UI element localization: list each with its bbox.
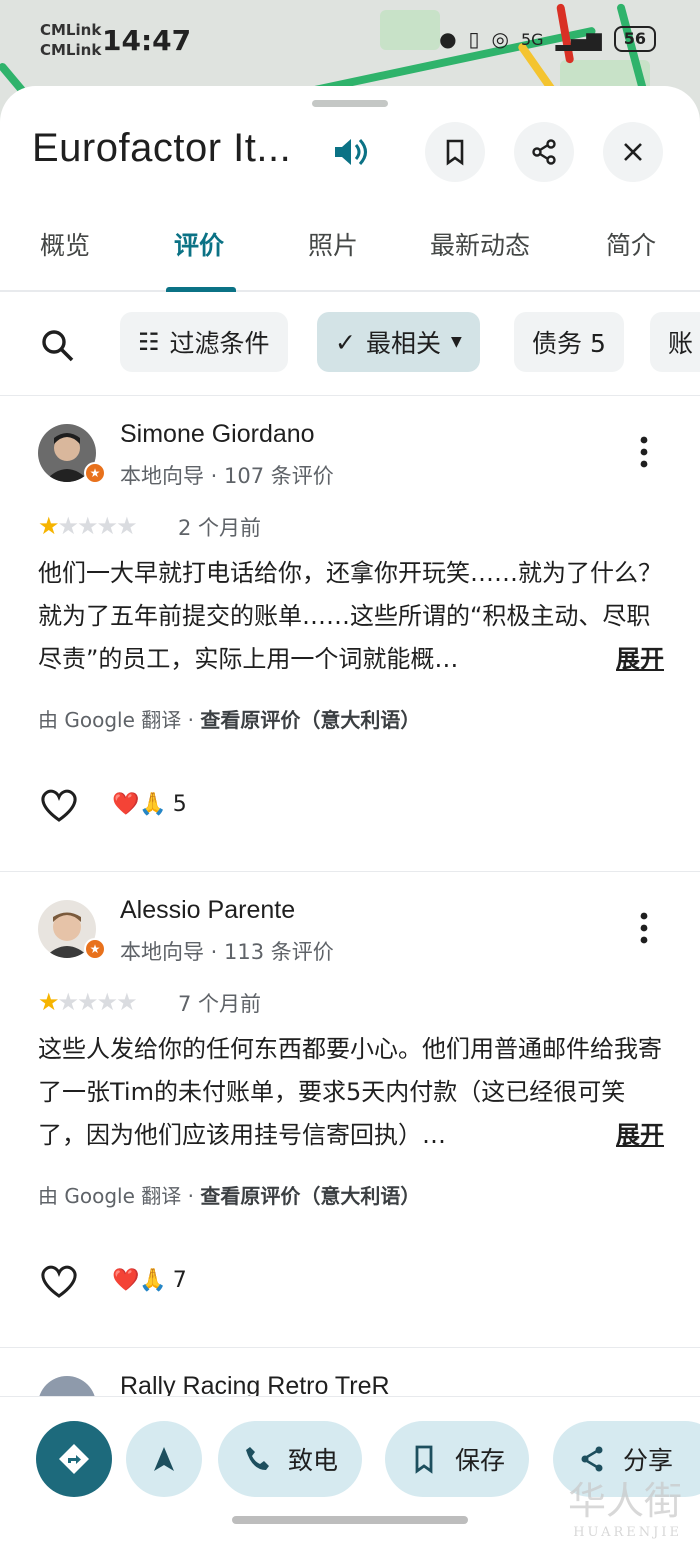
reaction-emojis: ❤️🙏 <box>112 1268 167 1293</box>
close-button[interactable] <box>603 122 663 182</box>
location-icon: ● <box>439 27 457 51</box>
reaction-emojis: ❤️🙏 <box>112 792 167 817</box>
signal-bars-icon: ▂▄▆ <box>555 27 602 51</box>
status-time: 14:47 <box>102 24 192 57</box>
reaction-count: 7 <box>172 1268 187 1293</box>
view-original-link[interactable]: 查看原评价（意大利语） <box>200 1184 420 1208</box>
star-rating: ★★★★★ <box>38 512 138 540</box>
reviewer-name[interactable]: Simone Giordano <box>120 420 315 449</box>
review-text: 他们一大早就打电话给你，还拿你开玩笑……就为了什么？就为了五年前提交的账单……这… <box>38 552 664 681</box>
heart-icon[interactable] <box>38 1260 80 1302</box>
heart-icon[interactable] <box>38 784 80 826</box>
filter-chip[interactable]: ☷ 过滤条件 <box>120 312 288 372</box>
phone-icon <box>246 1447 269 1470</box>
topic-chip-debt[interactable]: 债务 5 <box>514 312 624 372</box>
translation-note: 由 Google 翻译 · 查看原评价（意大利语） <box>38 1184 421 1208</box>
review-card: ★ Simone Giordano 本地向导 · 107 条评价 ★★★★★ 2… <box>0 396 700 872</box>
vibrate-icon: ▯ <box>468 27 480 51</box>
signal-icon: 5G <box>521 29 544 49</box>
tab-overview[interactable]: 概览 <box>40 226 90 262</box>
drag-handle[interactable] <box>312 100 388 107</box>
tab-bar: 概览 评价 照片 最新动态 简介 <box>0 204 700 292</box>
navigation-arrow-icon <box>154 1447 174 1471</box>
battery-icon: 56 <box>613 26 656 52</box>
sliders-icon: ☷ <box>138 328 160 356</box>
expand-link[interactable]: 展开 <box>616 638 664 681</box>
bookmark-icon <box>446 139 464 166</box>
tab-reviews[interactable]: 评价 <box>174 226 224 262</box>
check-icon: ✓ <box>335 327 356 357</box>
expand-link[interactable]: 展开 <box>616 1114 664 1157</box>
save-place-button[interactable] <box>425 122 485 182</box>
star-rating: ★★★★★ <box>38 988 138 1016</box>
review-body: 他们一大早就打电话给你，还拿你开玩笑……就为了什么？就为了五年前提交的账单……这… <box>38 559 662 673</box>
close-icon <box>624 143 642 161</box>
local-guide-badge: ★ <box>84 938 106 960</box>
hotspot-icon: ◎ <box>491 27 509 51</box>
review-text: 这些人发给你的任何东西都要小心。他们用普通邮件给我寄了一张Tim的未付账单，要求… <box>38 1028 664 1157</box>
call-button[interactable]: 致电 <box>218 1421 363 1497</box>
reviewer-name[interactable]: Alessio Parente <box>120 896 295 925</box>
start-navigation-button[interactable] <box>126 1421 202 1497</box>
directions-button[interactable] <box>36 1421 112 1497</box>
reviewer-meta: 本地向导 · 113 条评价 <box>120 940 334 964</box>
status-icons: ● ▯ ◎ 5G ▂▄▆ 56 <box>439 26 656 52</box>
carrier-label: CMLink CMLink <box>40 21 102 59</box>
directions-icon <box>59 1444 89 1474</box>
local-guide-badge: ★ <box>84 462 106 484</box>
tab-about[interactable]: 简介 <box>606 226 656 262</box>
review-card: ★ Alessio Parente 本地向导 · 113 条评价 ★★★★★ 7… <box>0 872 700 1348</box>
tab-updates[interactable]: 最新动态 <box>430 226 530 262</box>
place-sheet: Eurofactor It... 概览 评价 照片 最新动态 简介 ☷ 过滤条件… <box>0 86 700 1543</box>
home-indicator[interactable] <box>232 1516 468 1524</box>
topic-chip-bill[interactable]: 账 <box>650 312 700 372</box>
tab-photos[interactable]: 照片 <box>308 226 358 262</box>
review-filter-bar: ☷ 过滤条件 ✓ 最相关 ▼ 债务 5 账 <box>0 292 700 396</box>
caret-down-icon: ▼ <box>450 334 462 350</box>
status-bar: CMLink CMLink 14:47 ● ▯ ◎ 5G ▂▄▆ 56 <box>0 0 700 80</box>
save-button[interactable]: 保存 <box>385 1421 530 1497</box>
review-date: 2 个月前 <box>178 516 262 540</box>
more-options-icon[interactable] <box>640 436 648 468</box>
reaction-summary[interactable]: ❤️🙏 7 <box>112 1268 187 1293</box>
view-original-link[interactable]: 查看原评价（意大利语） <box>200 708 420 732</box>
share-icon <box>532 139 556 165</box>
translation-note: 由 Google 翻译 · 查看原评价（意大利语） <box>38 708 421 732</box>
more-options-icon[interactable] <box>640 912 648 944</box>
sort-chip[interactable]: ✓ 最相关 ▼ <box>317 312 480 372</box>
speaker-icon[interactable] <box>330 132 370 172</box>
search-icon[interactable] <box>40 328 76 364</box>
reaction-count: 5 <box>172 792 187 817</box>
review-body: 这些人发给你的任何东西都要小心。他们用普通邮件给我寄了一张Tim的未付账单，要求… <box>38 1035 662 1149</box>
place-title: Eurofactor It... <box>32 126 292 170</box>
reaction-summary[interactable]: ❤️🙏 5 <box>112 792 187 817</box>
review-date: 7 个月前 <box>178 992 262 1016</box>
watermark: 华人街 HUARENJIE <box>567 1479 682 1540</box>
reviewer-meta: 本地向导 · 107 条评价 <box>120 464 334 488</box>
share-place-button[interactable] <box>514 122 574 182</box>
bookmark-icon <box>415 1445 433 1474</box>
